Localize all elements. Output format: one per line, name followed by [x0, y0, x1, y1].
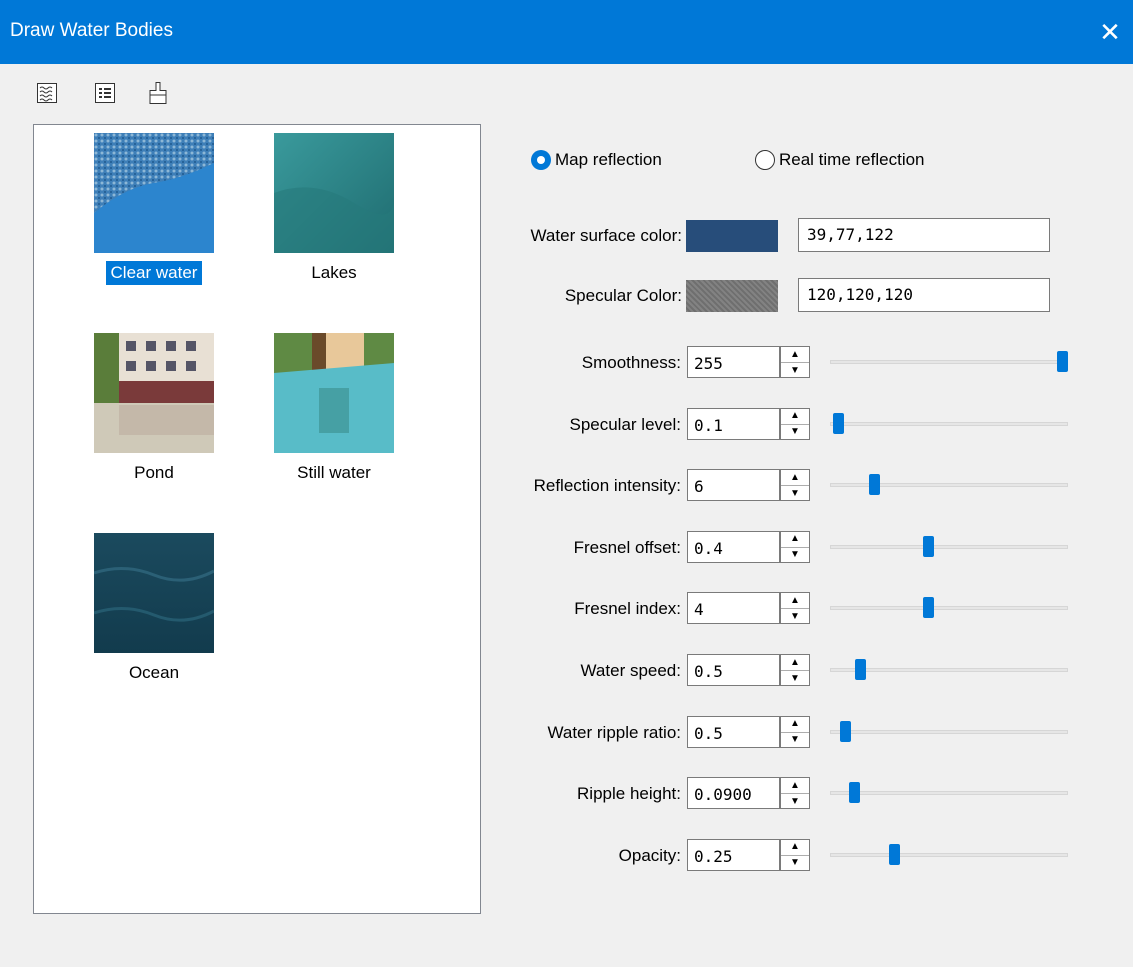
spin-down-icon[interactable]: ▼ — [781, 548, 809, 563]
spin-up-icon[interactable]: ▲ — [781, 840, 809, 856]
spin-down-icon[interactable]: ▼ — [781, 856, 809, 871]
specular-color-label: Specular Color: — [564, 286, 682, 305]
fresnel-offset-slider-track[interactable] — [830, 544, 1068, 549]
smoothness-slider-track[interactable] — [830, 360, 1068, 364]
spin-up-icon[interactable]: ▲ — [781, 470, 809, 487]
smoothness-spinner[interactable]: ▲ ▼ — [780, 346, 810, 378]
specular-level-slider-track[interactable] — [830, 421, 1068, 426]
spin-up-icon[interactable]: ▲ — [781, 655, 809, 671]
specular-level-slider-thumb[interactable] — [833, 412, 844, 434]
map-reflection-radio[interactable]: Map reflection — [531, 150, 662, 170]
water-ripple-ratio-label: Water ripple ratio: — [547, 722, 681, 742]
water-surface-color-value[interactable]: 39,77,122 — [798, 218, 1050, 252]
specular-level-input[interactable]: 0.1 — [687, 407, 780, 440]
radio-unchecked-icon — [755, 150, 775, 170]
ripple-height-label: Ripple height: — [577, 784, 681, 804]
water-pattern-button[interactable] — [32, 78, 62, 108]
specular-level-label: Specular level: — [569, 414, 681, 434]
spin-up-icon[interactable]: ▲ — [781, 532, 809, 548]
fresnel-index-slider-thumb[interactable] — [922, 597, 934, 619]
spin-up-icon[interactable]: ▲ — [781, 778, 809, 795]
specular-color-value[interactable]: 120,120,120 — [798, 278, 1050, 312]
opacity-slider-thumb[interactable] — [889, 843, 900, 865]
lakes-thumbnail — [274, 133, 394, 253]
preset-clear-water[interactable]: Clear water — [74, 133, 234, 285]
fresnel-offset-spinner[interactable]: ▲ ▼ — [780, 530, 810, 563]
spin-down-icon[interactable]: ▼ — [781, 363, 809, 378]
water-surface-color-label: Water surface color: — [530, 226, 682, 245]
water-ripple-ratio-input[interactable]: 0.5 — [687, 715, 780, 748]
still-water-thumbnail — [274, 333, 394, 453]
smoothness-slider-thumb[interactable] — [1057, 351, 1068, 372]
fresnel-offset-input[interactable]: 0.4 — [687, 530, 780, 563]
reflection-intensity-slider-thumb[interactable] — [868, 474, 880, 496]
close-button[interactable]: ✕ — [1087, 12, 1133, 52]
spin-down-icon[interactable]: ▼ — [781, 733, 809, 748]
water-ripple-ratio-slider-thumb[interactable] — [839, 720, 851, 742]
water-speed-input[interactable]: 0.5 — [687, 654, 780, 686]
paint-brush-button[interactable] — [143, 78, 173, 108]
preset-label: Pond — [134, 463, 174, 482]
title-bar: Draw Water Bodies ✕ — [0, 0, 1133, 64]
opacity-slider-track[interactable] — [830, 852, 1068, 857]
water-speed-label: Water speed: — [580, 661, 681, 680]
spin-down-icon[interactable]: ▼ — [781, 486, 809, 501]
spin-down-icon[interactable]: ▼ — [781, 425, 809, 440]
spin-up-icon[interactable]: ▲ — [781, 717, 809, 733]
spin-down-icon[interactable]: ▼ — [781, 794, 809, 809]
water-speed-spinner[interactable]: ▲ ▼ — [780, 654, 810, 686]
properties-list-icon — [95, 83, 115, 103]
specular-color-swatch[interactable] — [686, 280, 778, 312]
radio-label: Real time reflection — [779, 150, 925, 169]
preset-pond[interactable]: Pond — [74, 333, 234, 485]
fresnel-index-slider-track[interactable] — [830, 606, 1068, 611]
spin-up-icon[interactable]: ▲ — [781, 347, 809, 363]
fresnel-index-input[interactable]: 4 — [687, 592, 780, 625]
water-speed-slider-thumb[interactable] — [855, 659, 867, 680]
ocean-thumbnail — [94, 533, 214, 653]
opacity-spinner[interactable]: ▲ ▼ — [780, 838, 810, 871]
radio-label: Map reflection — [555, 150, 662, 169]
preset-still-water[interactable]: Still water — [254, 333, 414, 485]
fresnel-offset-slider-thumb[interactable] — [922, 535, 934, 557]
reflection-intensity-spinner[interactable]: ▲ ▼ — [780, 469, 810, 502]
water-surface-color-swatch[interactable] — [686, 220, 778, 252]
fresnel-offset-label: Fresnel offset: — [573, 537, 681, 557]
paint-brush-icon — [149, 82, 167, 104]
ripple-height-slider-track[interactable] — [830, 791, 1068, 796]
spin-up-icon[interactable]: ▲ — [781, 409, 809, 425]
preset-lakes[interactable]: Lakes — [254, 133, 414, 285]
reflection-intensity-label: Reflection intensity: — [533, 476, 681, 496]
spin-down-icon[interactable]: ▼ — [781, 609, 809, 624]
window-title: Draw Water Bodies — [10, 20, 173, 41]
opacity-label: Opacity: — [618, 845, 681, 865]
smoothness-label: Smoothness: — [581, 353, 681, 372]
reflection-intensity-input[interactable]: 6 — [687, 469, 780, 502]
specular-level-spinner[interactable]: ▲ ▼ — [780, 407, 810, 440]
pond-thumbnail — [94, 333, 214, 453]
preset-label: Still water — [297, 463, 371, 482]
preset-label: Clear water — [105, 261, 203, 285]
ripple-height-spinner[interactable]: ▲ ▼ — [780, 777, 810, 810]
water-ripple-ratio-slider-track[interactable] — [830, 729, 1068, 734]
spin-up-icon[interactable]: ▲ — [781, 593, 809, 610]
water-pattern-icon — [37, 83, 57, 103]
ripple-height-slider-thumb[interactable] — [848, 782, 860, 804]
fresnel-index-label: Fresnel index: — [574, 599, 681, 619]
ripple-height-input[interactable]: 0.0900 — [687, 777, 780, 810]
fresnel-index-spinner[interactable]: ▲ ▼ — [780, 592, 810, 625]
radio-checked-icon — [531, 150, 551, 170]
realtime-reflection-radio[interactable]: Real time reflection — [755, 150, 925, 170]
preset-label: Lakes — [311, 263, 357, 282]
preset-label: Ocean — [128, 663, 180, 682]
smoothness-input[interactable]: 255 — [687, 346, 780, 378]
properties-button[interactable] — [90, 78, 120, 108]
water-ripple-ratio-spinner[interactable]: ▲ ▼ — [780, 715, 810, 748]
opacity-input[interactable]: 0.25 — [687, 838, 780, 871]
reflection-intensity-slider-track[interactable] — [830, 483, 1068, 488]
spin-down-icon[interactable]: ▼ — [781, 671, 809, 686]
preset-ocean[interactable]: Ocean — [74, 533, 234, 685]
clear-water-thumbnail — [94, 133, 214, 253]
